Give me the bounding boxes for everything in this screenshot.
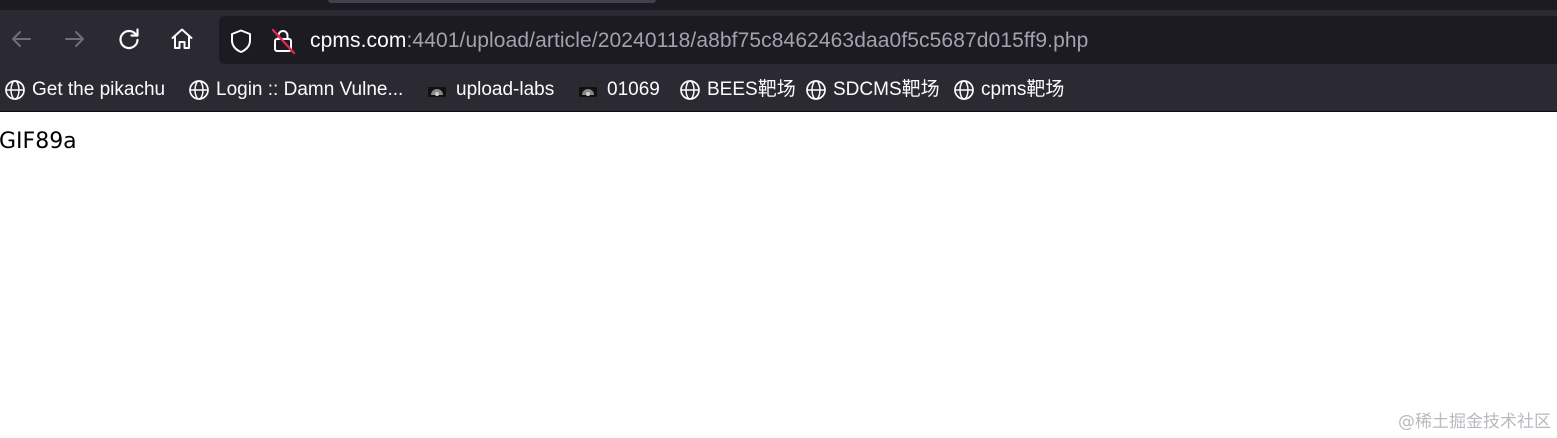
page-content: GIF89a @稀土掘金技术社区 xyxy=(0,112,1557,438)
globe-icon xyxy=(4,79,26,101)
shield-icon[interactable] xyxy=(228,28,254,54)
active-tab[interactable] xyxy=(328,0,656,3)
site-favicon xyxy=(426,79,448,101)
bookmark-label: 01069 xyxy=(607,79,660,100)
bookmark-label: cpms靶场 xyxy=(981,79,1065,100)
bookmark-01069[interactable]: 01069 xyxy=(577,77,660,103)
home-button[interactable] xyxy=(164,21,200,57)
url-path: :4401/upload/article/20240118/a8bf75c846… xyxy=(406,29,1089,52)
globe-icon xyxy=(953,79,975,101)
arrow-right-icon xyxy=(65,31,84,47)
bookmark-upload-labs[interactable]: upload-labs xyxy=(426,77,554,103)
browser-chrome: cpms.com:4401/upload/article/20240118/a8… xyxy=(0,0,1557,112)
bookmark-cpms[interactable]: cpms靶场 xyxy=(953,77,1064,103)
reload-button[interactable] xyxy=(111,21,147,57)
forward-button[interactable] xyxy=(57,21,93,57)
site-favicon xyxy=(577,79,599,101)
bookmark-login-dvwa[interactable]: Login :: Damn Vulne... xyxy=(188,77,403,103)
url-host: cpms.com xyxy=(310,29,407,52)
tab-strip xyxy=(0,0,1557,10)
bookmark-label: Get the pikachu xyxy=(32,79,166,100)
globe-icon xyxy=(805,79,827,101)
bookmarks-toolbar: Get the pikachu Login :: Damn Vulne... u… xyxy=(0,68,1557,112)
back-button[interactable] xyxy=(3,21,39,57)
globe-icon xyxy=(679,79,701,101)
url-text[interactable]: cpms.com:4401/upload/article/20240118/a8… xyxy=(310,28,1088,54)
bookmark-label: BEES靶场 xyxy=(707,79,796,100)
bookmark-sdcms[interactable]: SDCMS靶场 xyxy=(805,77,940,103)
insecure-lock-icon[interactable] xyxy=(270,27,296,55)
url-bar[interactable]: cpms.com:4401/upload/article/20240118/a8… xyxy=(219,16,1557,64)
reload-icon xyxy=(119,28,139,50)
bookmark-bees[interactable]: BEES靶场 xyxy=(679,77,796,103)
page-body-text: GIF89a xyxy=(0,129,77,154)
watermark: @稀土掘金技术社区 xyxy=(1398,412,1551,432)
bookmark-label: SDCMS靶场 xyxy=(833,79,940,100)
arrow-left-icon xyxy=(12,31,31,47)
home-icon xyxy=(171,28,193,49)
bookmark-label: Login :: Damn Vulne... xyxy=(216,79,404,100)
globe-icon xyxy=(188,79,210,101)
bookmark-get-the-pikachu[interactable]: Get the pikachu xyxy=(4,77,165,103)
navigation-toolbar: cpms.com:4401/upload/article/20240118/a8… xyxy=(0,10,1557,68)
bookmark-label: upload-labs xyxy=(456,79,555,100)
